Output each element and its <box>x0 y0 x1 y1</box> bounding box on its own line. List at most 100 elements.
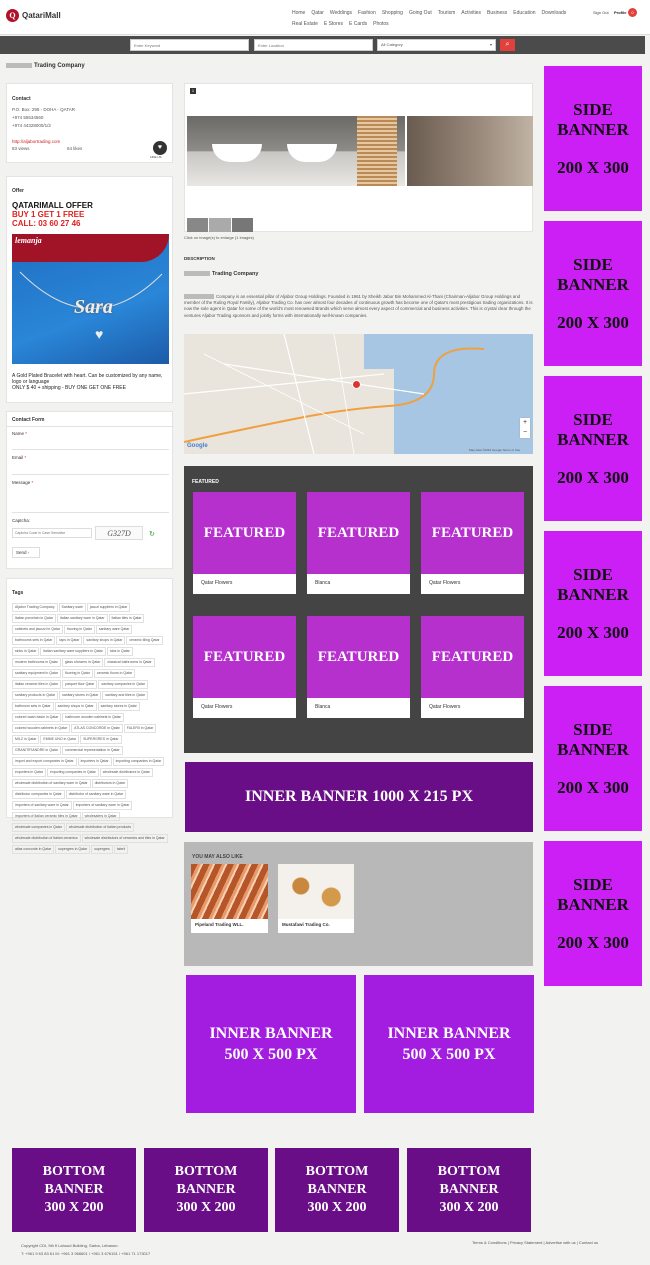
tag-item[interactable]: GRANITIFIANDRE in Qatar <box>12 746 61 755</box>
nav-qatar[interactable]: Qatar <box>311 10 324 16</box>
tag-item[interactable]: importers in Qatar <box>77 757 112 766</box>
map-attribution[interactable]: Map data ©2016 Google Terms of Use <box>469 448 520 452</box>
tag-item[interactable]: sanitary stores in Qatar <box>97 702 140 711</box>
heart-icon[interactable]: ♥ <box>153 141 167 155</box>
tag-item[interactable]: wholesale distributors in Qatar <box>99 768 153 777</box>
nav-home[interactable]: Home <box>292 10 305 16</box>
map-marker-icon[interactable] <box>352 380 361 389</box>
tag-item[interactable]: cabinets and jacuzzi in Qatar <box>12 625 63 634</box>
nav-business[interactable]: Business <box>487 10 507 16</box>
offer-image[interactable]: lemanja Sara ♥ <box>12 234 169 364</box>
inner-banner-square[interactable]: INNER BANNER 500 X 500 PX <box>186 975 356 1113</box>
bottom-banner[interactable]: BOTTOM BANNER 300 X 200 <box>275 1148 399 1232</box>
tag-item[interactable]: flooring in Qatar <box>62 669 93 678</box>
tag-item[interactable]: sanitary shops in Qatar <box>54 702 97 711</box>
featured-name[interactable]: Blanca <box>307 698 410 718</box>
tag-item[interactable]: exporting companies in Qatar <box>47 768 99 777</box>
gallery-main-image[interactable] <box>187 116 405 186</box>
featured-card[interactable]: FEATURED Blanca <box>307 616 410 718</box>
contact-phone-2[interactable]: +974 44328000/1/2 <box>12 122 75 130</box>
nav-education[interactable]: Education <box>513 10 535 16</box>
bottom-banner[interactable]: BOTTOM BANNER 300 X 200 <box>12 1148 136 1232</box>
tag-item[interactable]: importing companies in Qatar <box>112 757 165 766</box>
nav-going-out[interactable]: Going Out <box>409 10 432 16</box>
captcha-input[interactable] <box>12 528 92 538</box>
tag-item[interactable]: importers of sanitary ware in Qatar <box>72 801 133 810</box>
site-logo[interactable]: Q QatariMall <box>6 9 61 22</box>
also-like-name[interactable]: Pipeland Trading WLL. <box>191 919 268 930</box>
contact-phone-1[interactable]: +974 55534560 <box>12 114 75 122</box>
tag-item[interactable]: jacuzi suppliers in Qatar <box>86 603 131 612</box>
tag-item[interactable]: bathrooms sets in Qatar <box>12 636 56 645</box>
send-button[interactable]: Send › <box>12 547 40 558</box>
tag-item[interactable]: commercial representation in Qatar <box>61 746 123 755</box>
refresh-icon[interactable]: ↻ <box>149 530 155 538</box>
tag-item[interactable]: italian sanitary ware suppliers in Qatar <box>40 647 106 656</box>
tag-item[interactable]: colored wooden cabinets in Qatar <box>12 724 71 733</box>
tag-item[interactable]: importers of sanitary ware in Qatar <box>12 801 72 810</box>
side-banner[interactable]: SIDE BANNER 200 X 300 <box>544 66 642 211</box>
tag-item[interactable]: supergres <box>91 845 113 854</box>
tag-item[interactable]: Aljabor Trading Company <box>12 603 58 612</box>
tag-item[interactable]: sanitary equipment in Qatar <box>12 669 61 678</box>
thumbnail[interactable] <box>209 218 231 232</box>
tag-item[interactable]: sanitary companies in Qatar <box>98 680 148 689</box>
side-banner[interactable]: SIDE BANNER 200 X 300 <box>544 531 642 676</box>
tag-item[interactable]: ceramic tiling Qatar <box>126 636 163 645</box>
tag-item[interactable]: sinks in Qatar <box>12 647 40 656</box>
name-input[interactable] <box>12 449 169 450</box>
side-banner[interactable]: SIDE BANNER 200 X 300 <box>544 376 642 521</box>
zoom-in-button[interactable]: + <box>520 418 530 428</box>
nav-real-estate[interactable]: Real Estate <box>292 21 318 27</box>
tag-item[interactable]: distributors in Qatar <box>91 779 129 788</box>
featured-name[interactable]: Qatar Flowers <box>193 574 296 594</box>
tag-item[interactable]: sanitary and tiles in Qatar <box>102 691 148 700</box>
tag-item[interactable]: flooring in Qatar <box>63 625 95 634</box>
side-banner[interactable]: SIDE BANNER 200 X 300 <box>544 221 642 366</box>
featured-card[interactable]: FEATURED Blanca <box>307 492 410 594</box>
inner-banner-wide[interactable]: INNER BANNER 1000 X 215 PX <box>185 762 533 832</box>
tag-item[interactable]: sanitary ware Qatar <box>95 625 133 634</box>
tag-item[interactable]: bathroom wooden cabinets in Qatar <box>62 713 124 722</box>
sign-out-link[interactable]: Sign Out <box>593 10 609 15</box>
tag-item[interactable]: EMME UNO in Qatar <box>40 735 80 744</box>
tag-item[interactable]: ceramic floors in Qatar <box>93 669 136 678</box>
featured-card[interactable]: FEATURED Qatar Flowers <box>193 616 296 718</box>
nav-photos[interactable]: Photos <box>373 21 389 27</box>
bottom-banner[interactable]: BOTTOM BANNER 300 X 200 <box>144 1148 268 1232</box>
profile-link[interactable]: Profile <box>614 10 626 15</box>
featured-name[interactable]: Qatar Flowers <box>421 698 524 718</box>
location-map[interactable]: + − Google Map data ©2016 Google Terms o… <box>184 334 533 454</box>
tag-item[interactable]: sanitary shops in Qatar <box>83 636 126 645</box>
tag-item[interactable]: modern bathrooms in Qatar <box>12 658 61 667</box>
contact-email[interactable] <box>12 130 75 138</box>
zoom-out-button[interactable]: − <box>520 428 530 438</box>
footer-links[interactable]: Terms & Conditions | Privacy Statement |… <box>472 1240 598 1245</box>
tag-item[interactable]: Italian porcelain in Qatar <box>12 614 56 623</box>
side-banner[interactable]: SIDE BANNER 200 X 300 <box>544 841 642 986</box>
tag-item[interactable]: sanitary stores in Qatar <box>59 691 102 700</box>
tag-item[interactable]: ATLAS CONCORDE in Qatar <box>71 724 123 733</box>
tag-item[interactable]: falerii <box>113 845 129 854</box>
keyword-input[interactable] <box>130 39 249 51</box>
featured-card[interactable]: FEATURED Qatar Flowers <box>193 492 296 594</box>
featured-card[interactable]: FEATURED Qatar Flowers <box>421 492 524 594</box>
also-like-card[interactable]: Mustafawi Trading Co. <box>278 864 354 933</box>
tag-item[interactable]: wholesale distributors of ceramics and t… <box>81 834 168 843</box>
also-like-name[interactable]: Mustafawi Trading Co. <box>278 919 354 930</box>
category-select[interactable]: All Category ▾ <box>377 39 496 51</box>
location-input[interactable] <box>254 39 373 51</box>
nav-fashion[interactable]: Fashion <box>358 10 376 16</box>
tag-item[interactable]: Italian tiles in Qatar <box>108 614 145 623</box>
tag-item[interactable]: tubs in Qatar <box>106 647 133 656</box>
also-like-card[interactable]: Pipeland Trading WLL. <box>191 864 268 933</box>
email-input[interactable] <box>12 474 169 475</box>
side-banner[interactable]: SIDE BANNER 200 X 300 <box>544 686 642 831</box>
inner-banner-square[interactable]: INNER BANNER 500 X 500 PX <box>364 975 534 1113</box>
tag-item[interactable]: distributor companies in Qatar <box>12 790 65 799</box>
tag-item[interactable]: taps in Qatar <box>56 636 83 645</box>
nav-shopping[interactable]: Shopping <box>382 10 403 16</box>
message-textarea[interactable] <box>12 512 169 513</box>
tag-item[interactable]: glass showers in Qatar <box>61 658 104 667</box>
tag-item[interactable]: sanitary products in Qatar <box>12 691 59 700</box>
